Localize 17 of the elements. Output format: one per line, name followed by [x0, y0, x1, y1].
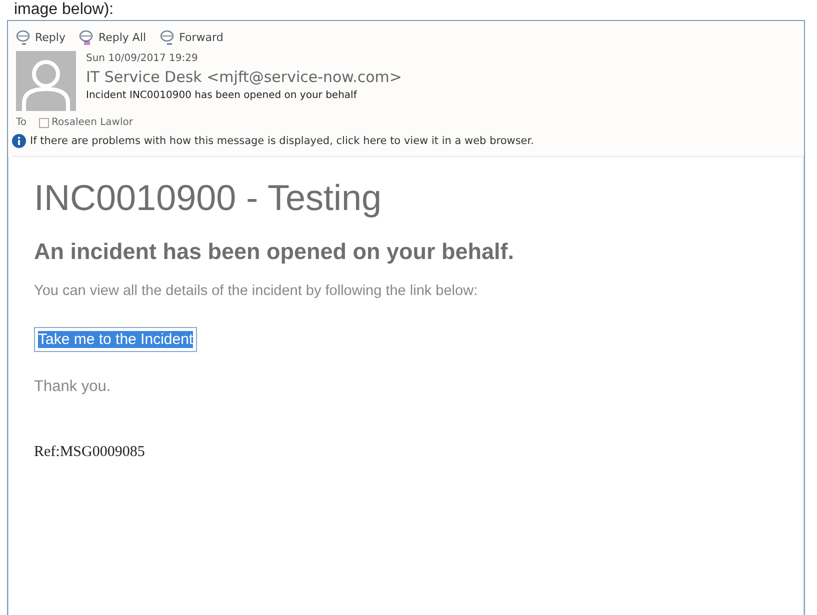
forward-button[interactable]: Forward — [160, 29, 224, 45]
sender-text: IT Service Desk <mjft@service-now.com> — [86, 68, 402, 86]
incident-title: INC0010900 - Testing — [34, 177, 383, 219]
intro-text: You can view all the details of the incident by following the link below: — [34, 283, 479, 299]
to-label: To — [16, 117, 27, 128]
reference-text: Ref:MSG0009085 — [34, 444, 146, 461]
subject-text: Incident INC0010900 has been opened on your behalf — [86, 90, 358, 101]
info-link[interactable]: If there are problems with how this message is displayed, click here to view it in a web browser. — [30, 135, 534, 147]
info-icon — [12, 134, 26, 148]
page-text: image below): — [14, 0, 114, 19]
incident-link[interactable]: Take me to the Incident — [34, 327, 198, 352]
date-text: Sun 10/09/2017 19:29 — [86, 53, 199, 64]
reply-button[interactable]: Reply — [16, 29, 66, 45]
reply-all-button[interactable]: Reply All — [79, 29, 146, 45]
thanks-text: Thank you. — [34, 378, 112, 396]
recipient[interactable]: Rosaleen Lawlor — [38, 117, 133, 128]
incident-heading: An incident has been opened on your behalf. — [34, 239, 516, 265]
